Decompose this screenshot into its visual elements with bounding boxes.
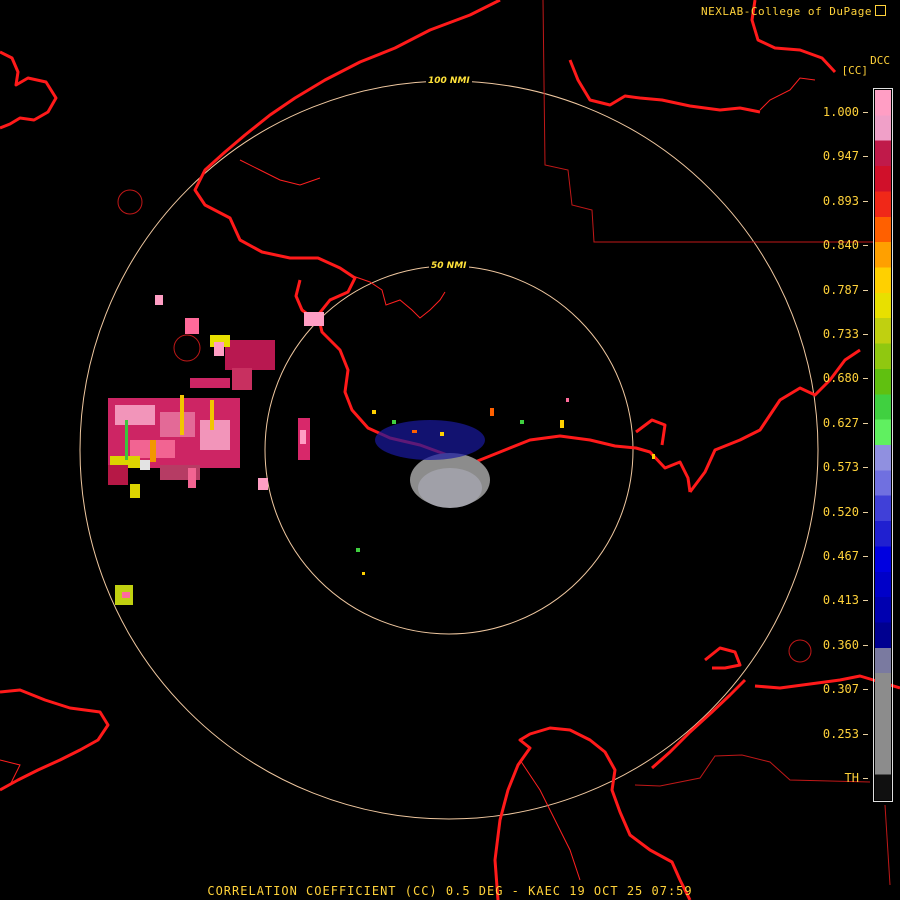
colorbar-tick-label: TH [845,772,868,784]
colorbar-tick-label: 0.787 [823,284,868,296]
product-title: CORRELATION COEFFICIENT (CC) 0.5 DEG - K… [207,884,693,898]
colorbar-tick-label: 0.307 [823,683,868,695]
ring-label-100nmi: 100 NMI [428,76,470,86]
colorbar-tick-label: 0.627 [823,417,868,429]
radar-map: 100 NMI 50 NMI [0,0,900,900]
colorbar-tick-label: 0.573 [823,461,868,473]
colorbar-tick-label: 0.680 [823,372,868,384]
ring-label-50nmi: 50 NMI [431,261,467,271]
colorbar-gradient [875,90,891,800]
colorbar [873,88,893,802]
colorbar-tick-label: 0.733 [823,328,868,340]
colorbar-tick-label: 0.360 [823,639,868,651]
credit-label: NEXLAB-College of DuPage [701,4,886,18]
colorbar-tick-label: 0.840 [823,239,868,251]
colorbar-tick-label: 0.253 [823,728,868,740]
colorbar-unit: [CC] [841,64,869,77]
colorbar-tick-label: 0.467 [823,550,868,562]
logo-icon [875,5,886,16]
colorbar-tick-label: 0.893 [823,195,868,207]
colorbar-tick-label: 0.413 [823,594,868,606]
echo-west-complex [108,378,240,498]
colorbar-tick-label: 0.520 [823,506,868,518]
colorbar-tick-label: 1.000 [823,106,868,118]
product-code: DCC [870,54,890,67]
colorbar-tick-label: 0.947 [823,150,868,162]
echo-clutter-center [356,398,655,575]
